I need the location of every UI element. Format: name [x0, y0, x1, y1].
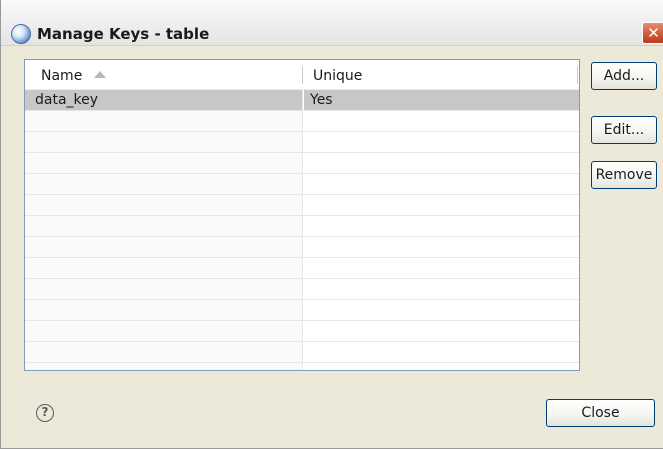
cell-unique: [304, 195, 579, 215]
cell-name: [25, 363, 303, 370]
cell-unique: [304, 174, 579, 194]
cell-unique: [304, 321, 579, 341]
close-button[interactable]: Close: [546, 399, 655, 427]
table-row[interactable]: [25, 300, 579, 321]
table-row[interactable]: [25, 153, 579, 174]
add-button[interactable]: Add...: [591, 62, 657, 90]
table-row[interactable]: [25, 279, 579, 300]
cell-name: [25, 216, 303, 236]
cell-name: [25, 174, 303, 194]
column-divider[interactable]: [302, 66, 303, 84]
edit-button[interactable]: Edit...: [591, 116, 657, 144]
remove-button[interactable]: Remove: [591, 161, 657, 189]
close-window-button[interactable]: ✕: [642, 22, 663, 44]
cell-unique: [304, 300, 579, 320]
cell-unique: [304, 258, 579, 278]
cell-name: [25, 342, 303, 362]
cell-unique: [304, 111, 579, 131]
manage-keys-dialog: Manage Keys - table ✕ Name Unique data_k…: [0, 0, 663, 449]
title-bar[interactable]: Manage Keys - table ✕: [1, 0, 663, 46]
table-row[interactable]: [25, 111, 579, 132]
table-row[interactable]: [25, 216, 579, 237]
cell-name: [25, 111, 303, 131]
cell-name: [25, 132, 303, 152]
table-row[interactable]: [25, 132, 579, 153]
column-divider[interactable]: [577, 66, 578, 84]
table-row[interactable]: [25, 174, 579, 195]
cell-unique: Yes: [304, 90, 579, 110]
column-header-unique-label: Unique: [313, 68, 363, 84]
cell-unique: [304, 153, 579, 173]
cell-name: [25, 300, 303, 320]
table-row[interactable]: [25, 237, 579, 258]
cell-unique: [304, 342, 579, 362]
column-header-unique[interactable]: Unique: [313, 60, 573, 90]
cell-unique: [304, 216, 579, 236]
cell-unique: [304, 132, 579, 152]
sort-ascending-icon: [94, 71, 107, 78]
cell-unique: [304, 363, 579, 370]
cell-name: [25, 279, 303, 299]
cell-unique: [304, 279, 579, 299]
cell-name: [25, 195, 303, 215]
app-globe-icon: [11, 24, 31, 44]
table-row[interactable]: [25, 342, 579, 363]
keys-table[interactable]: Name Unique data_key Yes: [24, 59, 580, 371]
cell-unique: [304, 237, 579, 257]
window-title: Manage Keys - table: [37, 25, 210, 43]
help-icon[interactable]: ?: [36, 404, 54, 422]
cell-name: [25, 153, 303, 173]
column-header-name[interactable]: Name: [41, 60, 301, 90]
cell-name: data_key: [25, 90, 303, 110]
table-row[interactable]: data_key Yes: [25, 90, 579, 111]
cell-name: [25, 258, 303, 278]
table-header: Name Unique: [25, 60, 579, 90]
table-row[interactable]: [25, 363, 579, 370]
table-row[interactable]: [25, 195, 579, 216]
cell-name: [25, 321, 303, 341]
cell-name: [25, 237, 303, 257]
column-header-name-label: Name: [41, 68, 83, 84]
table-row[interactable]: [25, 321, 579, 342]
table-row[interactable]: [25, 258, 579, 279]
table-body: data_key Yes: [25, 90, 579, 370]
